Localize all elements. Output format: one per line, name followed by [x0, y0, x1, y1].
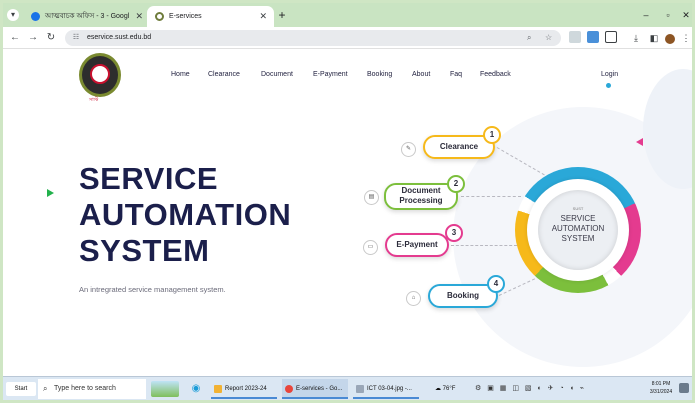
hub-label-line: SYSTEM [561, 234, 595, 243]
extension-icon[interactable] [569, 31, 581, 43]
new-tab-plus-icon[interactable]: + [273, 6, 291, 24]
hub-label: SERVICE AUTOMATION SYSTEM [538, 214, 618, 244]
service-number-badge: 3 [445, 224, 463, 242]
nav-home[interactable]: Home [171, 71, 190, 78]
download-icon[interactable]: ⤓ [629, 30, 643, 46]
booking-icon: ⌂ [406, 291, 421, 306]
hero-title: SERVICE AUTOMATION SYSTEM [79, 161, 329, 269]
hero-title-line: SYSTEM [79, 233, 210, 268]
back-arrow-icon[interactable]: ← [7, 30, 23, 46]
payment-icon: ▭ [363, 240, 378, 255]
windows-taskbar: Start Type here to search ⌕ ◉ Report 202… [3, 376, 692, 400]
service-label: Processing [399, 196, 443, 205]
hub-small-label: SUST [572, 206, 584, 211]
kebab-menu-icon[interactable]: ⋮ [679, 30, 692, 46]
service-e-payment[interactable]: E-Payment [385, 233, 449, 257]
service-label: Booking [447, 291, 479, 300]
weather-widget[interactable]: ☁ 76°F [435, 379, 455, 399]
zoom-icon[interactable]: ⌕ [527, 30, 531, 46]
chrome-icon [285, 385, 293, 393]
site-info-icon[interactable]: ☷ [71, 33, 81, 43]
edge-browser-icon[interactable]: ◉ [189, 380, 203, 398]
minimize-icon[interactable]: – [635, 6, 657, 24]
task-label: Report 2023-24 [225, 386, 267, 392]
service-number-badge: 2 [447, 175, 465, 193]
window-close-icon[interactable]: ✕ [675, 6, 692, 24]
service-number-badge: 1 [483, 126, 501, 144]
clearance-icon: ✎ [401, 142, 416, 157]
clock-date: 3/31/2024 [649, 389, 673, 395]
document-icon: ▤ [364, 190, 379, 205]
triangle-decoration-icon [636, 138, 643, 146]
webpage: সাস্ট Home Clearance Document E-Payment … [3, 49, 692, 376]
taskbar-search-input[interactable]: Type here to search [38, 379, 146, 399]
service-number-badge: 4 [487, 275, 505, 293]
connector-line [451, 245, 517, 246]
taskbar-task[interactable]: E-services - Go... [282, 379, 348, 399]
hub-label-line: AUTOMATION [551, 224, 605, 233]
address-bar[interactable]: ☷ eservice.sust.edu.bd ⌕ ☆ [65, 30, 561, 46]
hero-title-line: AUTOMATION [79, 197, 292, 232]
reload-icon[interactable]: ↻ [43, 30, 59, 46]
forward-arrow-icon[interactable]: → [25, 30, 41, 46]
nav-e-payment[interactable]: E-Payment [313, 71, 348, 78]
image-viewer-icon [356, 385, 364, 393]
sust-logo[interactable] [79, 53, 121, 97]
clock-time: 8:01 PM [651, 381, 671, 387]
taskbar-clock[interactable]: 8:01 PM 3/31/2024 [645, 380, 677, 396]
tab-label: আত্মবাচক অফিস - 3 - Googl [45, 13, 130, 20]
browser-toolbar: ← → ↻ ☷ eservice.sust.edu.bd ⌕ ☆ ⤓ ◧ ⋮ [3, 27, 692, 49]
browser-tab-docs[interactable]: আত্মবাচক অফিস - 3 - Googl ✕ [23, 6, 150, 27]
browser-tab-eservices[interactable]: E-services ✕ [147, 6, 274, 27]
task-label: ICT 03-04.jpg -... [367, 386, 412, 392]
notification-icon[interactable] [679, 383, 689, 393]
service-label: Document [401, 186, 441, 195]
close-icon[interactable]: ✕ [135, 6, 143, 27]
extension-icon[interactable] [587, 31, 599, 43]
sust-favicon-icon [155, 12, 164, 21]
extension-puzzle-icon[interactable] [605, 31, 617, 43]
url-text[interactable]: eservice.sust.edu.bd [87, 30, 151, 46]
service-label: Clearance [439, 142, 479, 151]
connector-line [461, 196, 521, 197]
logo-emblem-icon [90, 64, 110, 84]
tab-search-icon[interactable]: ▾ [7, 9, 19, 21]
task-label: E-services - Go... [296, 386, 343, 392]
tab-label: E-services [169, 13, 202, 20]
weather-temp: 76°F [442, 386, 456, 392]
screenshot-frame: ▾ আত্মবাচক অফিস - 3 - Googl ✕ E-services… [3, 3, 692, 400]
hero-title-line: SERVICE [79, 161, 219, 196]
system-tray-icons[interactable]: ⚙ ▣ ▦ ◫ ▧ ◐ ✈ ◔ ◖ ⌁ [475, 379, 586, 399]
nav-document[interactable]: Document [261, 71, 293, 78]
logo-caption: সাস্ট [89, 97, 99, 103]
taskbar-task[interactable]: ICT 03-04.jpg -... [353, 379, 419, 399]
nav-booking[interactable]: Booking [367, 71, 392, 78]
start-button[interactable]: Start [6, 382, 36, 396]
dot-decoration-icon [606, 83, 611, 88]
folder-icon [214, 385, 222, 393]
bookmark-star-icon[interactable]: ☆ [545, 30, 552, 46]
profile-avatar[interactable] [663, 30, 677, 46]
browser-tab-strip: ▾ আত্মবাচক অফিস - 3 - Googl ✕ E-services… [3, 3, 692, 27]
widgets-icon[interactable] [151, 381, 179, 397]
login-link[interactable]: Login [601, 71, 618, 78]
nav-faq[interactable]: Faq [450, 71, 462, 78]
taskbar-task[interactable]: Report 2023-24 [211, 379, 277, 399]
side-panel-icon[interactable]: ◧ [647, 30, 661, 46]
service-label: E-Payment [396, 240, 438, 249]
nav-feedback[interactable]: Feedback [480, 71, 511, 78]
docs-favicon-icon [31, 12, 40, 21]
hub-label-line: SERVICE [560, 214, 596, 223]
nav-clearance[interactable]: Clearance [208, 71, 240, 78]
search-icon: ⌕ [43, 384, 48, 393]
nav-about[interactable]: About [412, 71, 430, 78]
close-icon[interactable]: ✕ [259, 6, 267, 27]
hero-subtitle: An intregrated service management system… [79, 285, 226, 294]
triangle-decoration-icon [47, 189, 54, 197]
